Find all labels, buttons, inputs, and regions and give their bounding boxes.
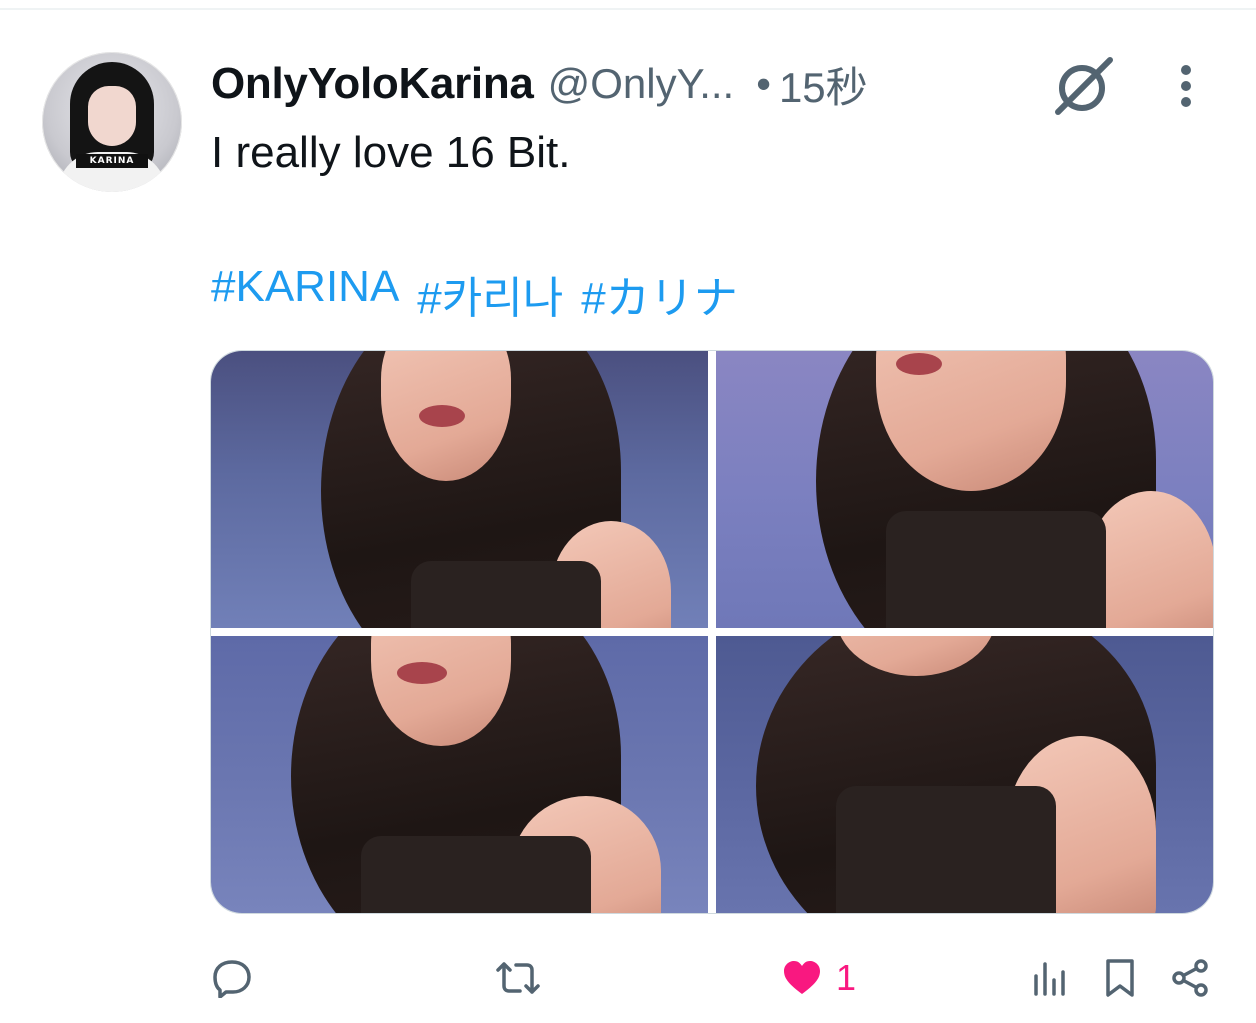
reply-button[interactable]	[212, 946, 252, 1010]
grok-icon	[1052, 56, 1116, 116]
hashtag-link[interactable]: #カリナ	[581, 262, 737, 326]
hashtag-link[interactable]: #카리나	[417, 262, 563, 326]
heart-filled-icon	[782, 960, 822, 996]
timestamp[interactable]: 15秒	[779, 54, 868, 115]
analytics-icon	[1032, 960, 1068, 996]
avatar-face	[88, 86, 136, 146]
views-button[interactable]	[1032, 946, 1068, 1010]
photo-4[interactable]	[716, 636, 1213, 913]
separator-dot: •	[756, 60, 771, 107]
avatar-badge: KARINA	[76, 154, 148, 168]
photo-3[interactable]	[211, 636, 708, 913]
retweet-icon	[496, 960, 540, 996]
share-icon	[1170, 958, 1210, 998]
photo-lips	[397, 662, 447, 684]
bookmark-button[interactable]	[1104, 946, 1136, 1010]
share-button[interactable]	[1170, 946, 1210, 1010]
photo-top	[361, 836, 591, 913]
reply-icon	[212, 958, 252, 998]
display-name[interactable]: OnlyYoloKarina	[211, 59, 534, 109]
photo-top	[886, 511, 1106, 628]
photo-2[interactable]	[716, 351, 1213, 628]
bookmark-icon	[1104, 958, 1136, 998]
like-count: 1	[836, 957, 857, 998]
tweet-header: OnlyYoloKarina @OnlyY... • 15秒	[211, 58, 868, 111]
more-options-button[interactable]	[1164, 56, 1208, 116]
more-vertical-icon	[1178, 62, 1194, 110]
tweet-text: I really love 16 Bit.	[211, 128, 571, 177]
user-handle[interactable]: @OnlyY...	[548, 60, 735, 108]
photo-lips	[896, 353, 942, 375]
top-divider	[0, 8, 1256, 10]
photo-top	[836, 786, 1056, 913]
photo-top	[411, 561, 601, 628]
photo-1[interactable]	[211, 351, 708, 628]
avatar[interactable]: KARINA	[42, 52, 182, 192]
like-button[interactable]: 1	[782, 946, 856, 1010]
hashtag-link[interactable]: #KARINA	[211, 262, 399, 326]
tweet-actions: 1	[210, 946, 1214, 1010]
photo-lips	[419, 405, 465, 427]
retweet-button[interactable]	[496, 946, 540, 1010]
grok-button[interactable]	[1050, 54, 1118, 118]
media-grid	[210, 350, 1214, 914]
hashtag-list: #KARINA #카리나 #カリナ	[211, 262, 738, 326]
